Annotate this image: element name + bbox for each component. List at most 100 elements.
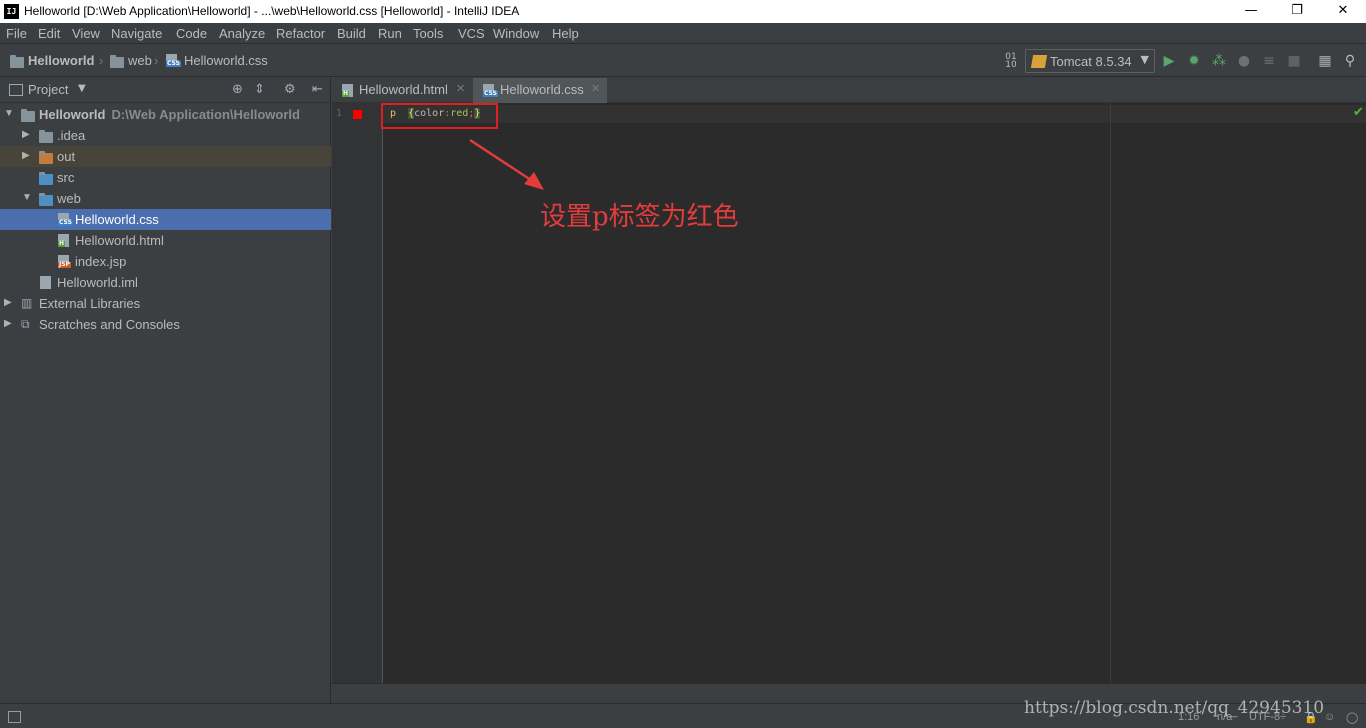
menu-navigate[interactable]: Navigate <box>111 26 162 41</box>
close-tab-icon[interactable]: ✕ <box>456 82 465 95</box>
tree-item-label: .idea <box>57 128 86 143</box>
tree-item-label: Helloworld.html <box>75 233 164 248</box>
debug-icon[interactable]: ✹ <box>1186 53 1202 69</box>
breadcrumb-project[interactable]: Helloworld <box>28 53 94 68</box>
menu-build[interactable]: Build <box>337 26 366 41</box>
run-configuration-dropdown[interactable]: Tomcat 8.5.34 ▼ <box>1025 49 1155 73</box>
excluded-folder-icon <box>39 151 53 164</box>
css-file-icon: CSS <box>166 54 181 67</box>
tab-helloworld-html[interactable]: H Helloworld.html ✕ <box>332 78 472 103</box>
expand-arrow-icon[interactable]: ▶ <box>22 129 30 140</box>
search-everywhere-icon[interactable]: ⚲ <box>1342 53 1358 69</box>
color-preview-swatch[interactable] <box>353 110 362 119</box>
source-folder-icon <box>39 172 53 185</box>
menu-tools[interactable]: Tools <box>413 26 443 41</box>
code-editor[interactable]: 1 p {color:red;} 设置p标签为红色 ✔ <box>332 103 1366 683</box>
tree-item-web[interactable]: ▼ web <box>0 188 331 209</box>
project-view-icon <box>9 84 23 96</box>
expand-arrow-icon[interactable]: ▶ <box>4 318 12 329</box>
inspection-ok-icon[interactable]: ✔ <box>1353 105 1364 120</box>
annotation-text: 设置p标签为红色 <box>540 202 739 232</box>
expand-arrow-icon[interactable]: ▶ <box>22 150 30 161</box>
breadcrumb-web[interactable]: web <box>128 53 152 68</box>
tree-item-label: web <box>57 191 81 206</box>
project-tool-window: Project ▼ ⊕ ⇕ ⚙ ⇤ ▼ Helloworld D:\Web App… <box>0 78 331 703</box>
folder-icon <box>110 55 124 68</box>
close-window-button[interactable]: ✕ <box>1320 0 1366 23</box>
tomcat-icon <box>1030 55 1048 68</box>
tree-item-src[interactable]: src <box>0 167 331 188</box>
editor-gutter: 1 <box>332 103 383 683</box>
project-folder-icon <box>21 109 35 122</box>
jsp-file-icon: JSP <box>58 255 71 268</box>
menu-help[interactable]: Help <box>552 26 579 41</box>
project-panel-header: Project ▼ ⊕ ⇕ ⚙ ⇤ <box>0 78 331 103</box>
menu-view[interactable]: View <box>72 26 100 41</box>
profile-icon[interactable]: ● <box>1236 53 1252 69</box>
close-tab-icon[interactable]: ✕ <box>591 82 600 95</box>
html-file-icon: H <box>58 234 69 247</box>
watermark: https://blog.csdn.net/qq_42945310 <box>1024 698 1325 718</box>
tab-helloworld-css[interactable]: CSS Helloworld.css ✕ <box>473 78 607 103</box>
tool-windows-toggle-icon[interactable] <box>8 711 21 723</box>
annotation-highlight-box <box>381 103 498 129</box>
chevron-down-icon[interactable]: ▼ <box>78 83 86 94</box>
tree-item-helloworld-html[interactable]: H Helloworld.html <box>0 230 331 251</box>
menu-run[interactable]: Run <box>378 26 402 41</box>
tree-item-project-root[interactable]: ▼ Helloworld D:\Web Application\Helloworl… <box>0 104 331 125</box>
project-panel-title[interactable]: Project <box>28 82 68 97</box>
tree-item-label: Helloworld.css <box>75 212 159 227</box>
menu-analyze[interactable]: Analyze <box>219 26 265 41</box>
menu-vcs[interactable]: VCS <box>458 26 485 41</box>
menu-window[interactable]: Window <box>493 26 539 41</box>
menu-edit[interactable]: Edit <box>38 26 60 41</box>
web-folder-icon <box>39 193 53 206</box>
breadcrumb-file[interactable]: Helloworld.css <box>184 53 268 68</box>
tab-label: Helloworld.html <box>359 82 448 97</box>
expand-arrow-icon[interactable]: ▶ <box>4 297 12 308</box>
restore-button[interactable]: ❐ <box>1274 0 1320 23</box>
annotation-arrow-icon <box>469 138 544 190</box>
tree-item-label: Helloworld D:\Web Application\Helloworld <box>39 107 300 122</box>
right-margin-guide <box>1110 103 1111 683</box>
tree-item-helloworld-iml[interactable]: Helloworld.iml <box>0 272 331 293</box>
menu-code[interactable]: Code <box>176 26 207 41</box>
tree-item-helloworld-css[interactable]: CSS Helloworld.css <box>0 209 331 230</box>
minimize-button[interactable]: — <box>1228 0 1274 23</box>
collapse-all-icon[interactable]: ⇕ <box>254 82 265 97</box>
tree-item-label: External Libraries <box>39 296 141 311</box>
coverage-icon[interactable]: ⁂ <box>1211 53 1227 69</box>
project-structure-icon[interactable]: ▦ <box>1317 53 1333 69</box>
css-file-icon: CSS <box>58 213 73 226</box>
tree-item-idea[interactable]: ▶ .idea <box>0 125 331 146</box>
locate-icon[interactable]: ⊕ <box>232 82 243 97</box>
menu-bar: File Edit View Navigate Code Analyze Ref… <box>0 23 1366 44</box>
menu-file[interactable]: File <box>6 26 27 41</box>
build-icon[interactable]: 01 10 <box>1003 53 1019 70</box>
window-title: Helloworld [D:\Web Application\Helloworl… <box>24 4 520 18</box>
run-icon[interactable]: ▶ <box>1161 53 1177 69</box>
attach-icon[interactable]: ≡ <box>1261 53 1277 69</box>
tree-item-label: Helloworld.iml <box>57 275 138 290</box>
hide-panel-icon[interactable]: ⇤ <box>312 82 323 97</box>
tree-item-out[interactable]: ▶ out <box>0 146 331 167</box>
breadcrumb-separator-icon: › <box>154 53 159 68</box>
expand-arrow-icon[interactable]: ▼ <box>22 192 32 203</box>
hector-icon[interactable]: ☺ <box>1324 711 1335 723</box>
expand-arrow-icon[interactable]: ▼ <box>4 108 14 119</box>
gear-icon[interactable]: ⚙ <box>284 82 296 97</box>
title-bar: IJ Helloworld [D:\Web Application\Hellow… <box>0 0 1366 23</box>
run-config-label: Tomcat 8.5.34 <box>1050 54 1132 69</box>
stop-icon[interactable]: ■ <box>1286 53 1302 69</box>
tree-item-label: index.jsp <box>75 254 127 269</box>
scratches-icon: ⧉ <box>21 317 30 331</box>
tree-item-index-jsp[interactable]: JSP index.jsp <box>0 251 331 272</box>
tree-item-scratches[interactable]: ▶ ⧉ Scratches and Consoles <box>0 314 331 335</box>
tree-item-label: src <box>57 170 75 185</box>
event-log-icon[interactable]: ◯ <box>1346 711 1358 724</box>
breadcrumb-separator-icon: › <box>99 53 104 68</box>
html-file-icon: H <box>342 84 353 97</box>
tree-item-external-libraries[interactable]: ▶ ▥ External Libraries <box>0 293 331 314</box>
menu-refactor[interactable]: Refactor <box>276 26 325 41</box>
library-icon: ▥ <box>21 296 33 310</box>
